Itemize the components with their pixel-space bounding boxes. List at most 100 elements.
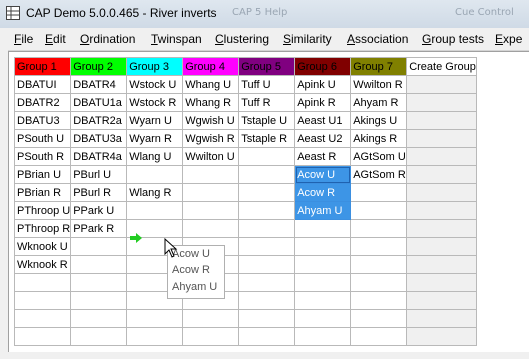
site-cell[interactable]: PBrian U bbox=[13, 165, 72, 184]
menu-similarity[interactable]: Similarity bbox=[283, 32, 332, 46]
empty-cell[interactable] bbox=[70, 237, 128, 256]
group-header-3[interactable]: Group 3 bbox=[126, 57, 184, 76]
empty-cell[interactable] bbox=[406, 327, 477, 346]
empty-cell[interactable] bbox=[182, 201, 240, 220]
empty-cell[interactable] bbox=[350, 327, 408, 346]
empty-cell[interactable] bbox=[294, 327, 352, 346]
menu-expe[interactable]: Expe bbox=[495, 32, 522, 46]
empty-cell[interactable] bbox=[238, 183, 296, 202]
empty-cell[interactable] bbox=[406, 165, 477, 184]
empty-cell[interactable] bbox=[406, 147, 477, 166]
empty-cell[interactable] bbox=[406, 309, 477, 328]
menu-clustering[interactable]: Clustering bbox=[215, 32, 269, 46]
empty-cell[interactable] bbox=[406, 219, 477, 238]
site-cell[interactable]: Akings R bbox=[350, 129, 408, 148]
site-cell[interactable]: Wknook R bbox=[13, 255, 72, 274]
menu-edit[interactable]: Edit bbox=[45, 32, 66, 46]
empty-cell[interactable] bbox=[406, 75, 477, 94]
empty-cell[interactable] bbox=[126, 201, 184, 220]
empty-cell[interactable] bbox=[294, 255, 352, 274]
empty-cell[interactable] bbox=[13, 273, 72, 292]
empty-cell[interactable] bbox=[70, 327, 128, 346]
empty-cell[interactable] bbox=[350, 201, 408, 220]
site-cell[interactable]: Whang R bbox=[182, 93, 240, 112]
empty-cell[interactable] bbox=[238, 147, 296, 166]
empty-cell[interactable] bbox=[182, 183, 240, 202]
empty-cell[interactable] bbox=[406, 237, 477, 256]
group-header-4[interactable]: Group 4 bbox=[182, 57, 240, 76]
site-cell[interactable]: Acow R bbox=[294, 183, 352, 202]
site-cell[interactable]: Wknook U bbox=[13, 237, 72, 256]
site-cell[interactable]: Wstock R bbox=[126, 93, 184, 112]
site-cell[interactable]: Tstaple U bbox=[238, 111, 296, 130]
create-group-button[interactable]: Create Group bbox=[406, 57, 477, 76]
empty-cell[interactable] bbox=[182, 165, 240, 184]
empty-cell[interactable] bbox=[294, 273, 352, 292]
site-cell[interactable]: Tstaple R bbox=[238, 129, 296, 148]
site-cell[interactable]: PThroop U bbox=[13, 201, 72, 220]
site-cell[interactable]: DBATU1a bbox=[70, 93, 128, 112]
site-cell[interactable]: PBurl U bbox=[70, 165, 128, 184]
empty-cell[interactable] bbox=[294, 291, 352, 310]
empty-cell[interactable] bbox=[406, 273, 477, 292]
site-cell[interactable]: Tuff R bbox=[238, 93, 296, 112]
empty-cell[interactable] bbox=[182, 309, 240, 328]
site-cell[interactable]: Wyarn U bbox=[126, 111, 184, 130]
empty-cell[interactable] bbox=[126, 327, 184, 346]
site-cell[interactable]: PPark U bbox=[70, 201, 128, 220]
menu-group-tests[interactable]: Group tests bbox=[422, 32, 484, 46]
empty-cell[interactable] bbox=[294, 237, 352, 256]
empty-cell[interactable] bbox=[238, 309, 296, 328]
group-header-5[interactable]: Group 5 bbox=[238, 57, 296, 76]
site-cell[interactable]: Wwilton U bbox=[182, 147, 240, 166]
empty-cell[interactable] bbox=[126, 165, 184, 184]
site-cell[interactable]: PPark R bbox=[70, 219, 128, 238]
empty-cell[interactable] bbox=[406, 129, 477, 148]
site-cell[interactable]: DBATR4 bbox=[70, 75, 128, 94]
empty-cell[interactable] bbox=[13, 309, 72, 328]
empty-cell[interactable] bbox=[350, 273, 408, 292]
site-cell[interactable]: Ahyam R bbox=[350, 93, 408, 112]
site-cell[interactable]: Wstock U bbox=[126, 75, 184, 94]
site-cell[interactable]: DBATU3 bbox=[13, 111, 72, 130]
group-header-1[interactable]: Group 1 bbox=[13, 57, 72, 76]
menu-file[interactable]: File bbox=[14, 32, 33, 46]
site-cell[interactable]: PSouth R bbox=[13, 147, 72, 166]
empty-cell[interactable] bbox=[406, 201, 477, 220]
site-cell[interactable]: PThroop R bbox=[13, 219, 72, 238]
empty-cell[interactable] bbox=[238, 255, 296, 274]
site-cell[interactable]: Wwilton R bbox=[350, 75, 408, 94]
site-cell[interactable]: PBurl R bbox=[70, 183, 128, 202]
empty-cell[interactable] bbox=[350, 237, 408, 256]
empty-cell[interactable] bbox=[350, 255, 408, 274]
site-cell[interactable]: DBATU3a bbox=[70, 129, 128, 148]
site-cell[interactable]: DBATR4a bbox=[70, 147, 128, 166]
site-cell[interactable]: Ahyam U bbox=[294, 201, 352, 220]
empty-cell[interactable] bbox=[126, 309, 184, 328]
empty-cell[interactable] bbox=[350, 291, 408, 310]
group-header-6[interactable]: Group 6 bbox=[294, 57, 352, 76]
site-cell[interactable]: Apink R bbox=[294, 93, 352, 112]
empty-cell[interactable] bbox=[350, 309, 408, 328]
empty-cell[interactable] bbox=[70, 291, 128, 310]
empty-cell[interactable] bbox=[238, 201, 296, 220]
site-cell[interactable]: AGtSom U bbox=[350, 147, 408, 166]
empty-cell[interactable] bbox=[238, 327, 296, 346]
site-cell[interactable]: Aeast R bbox=[294, 147, 352, 166]
site-cell[interactable]: DBATR2a bbox=[70, 111, 128, 130]
site-cell[interactable]: DBATUI bbox=[13, 75, 72, 94]
menu-association[interactable]: Association bbox=[347, 32, 408, 46]
site-cell[interactable]: Wgwish U bbox=[182, 111, 240, 130]
site-cell[interactable]: Whang U bbox=[182, 75, 240, 94]
group-header-7[interactable]: Group 7 bbox=[350, 57, 408, 76]
group-header-2[interactable]: Group 2 bbox=[70, 57, 128, 76]
menu-twinspan[interactable]: Twinspan bbox=[151, 32, 202, 46]
empty-cell[interactable] bbox=[294, 219, 352, 238]
site-cell[interactable]: Wlang U bbox=[126, 147, 184, 166]
site-cell[interactable]: PSouth U bbox=[13, 129, 72, 148]
empty-cell[interactable] bbox=[406, 93, 477, 112]
empty-cell[interactable] bbox=[238, 165, 296, 184]
empty-cell[interactable] bbox=[350, 219, 408, 238]
empty-cell[interactable] bbox=[294, 309, 352, 328]
site-cell[interactable]: PBrian R bbox=[13, 183, 72, 202]
